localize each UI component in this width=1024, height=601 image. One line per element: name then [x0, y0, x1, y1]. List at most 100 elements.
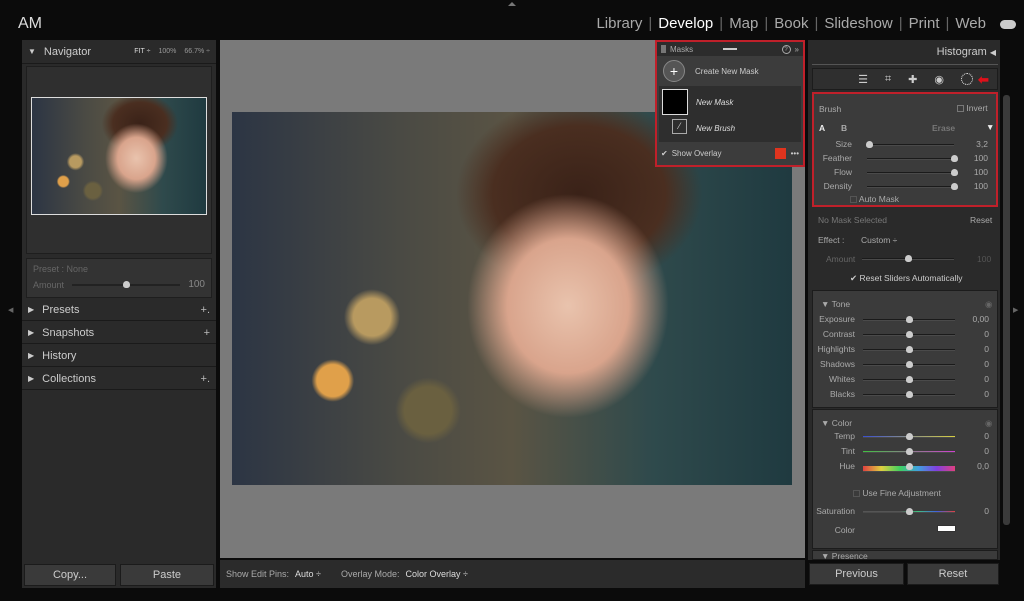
paste-button[interactable]: Paste — [120, 564, 214, 586]
edit-sliders-icon[interactable]: ☰ — [858, 73, 868, 86]
slider-flow[interactable] — [867, 169, 958, 176]
module-print[interactable]: Print — [903, 15, 946, 32]
slider-highlights[interactable] — [863, 346, 955, 353]
add-icon[interactable]: +. — [201, 373, 210, 385]
navigator-thumbnail[interactable] — [31, 97, 207, 215]
collapse-right-icon[interactable]: ▶ — [1013, 306, 1018, 314]
slider-knob[interactable] — [865, 141, 873, 148]
create-new-mask-button[interactable]: + Create New Mask — [657, 56, 803, 86]
slider-hue[interactable] — [863, 463, 955, 472]
slider-knob[interactable] — [906, 361, 913, 368]
color-swatch-picker[interactable] — [937, 525, 956, 532]
presence-header[interactable]: ▼ Presence — [821, 551, 868, 559]
slider-knob[interactable] — [951, 169, 958, 176]
amount-slider[interactable] — [72, 280, 181, 288]
collapse-icon[interactable]: » — [795, 45, 799, 54]
show-overlay-checkbox[interactable]: ✔ — [661, 149, 668, 158]
slider-contrast[interactable] — [863, 331, 955, 338]
overlay-mode-select[interactable]: Color Overlay ÷ — [406, 569, 468, 579]
healing-icon[interactable]: ✚ — [908, 73, 917, 86]
slider-temp[interactable] — [863, 433, 955, 440]
overlay-color-swatch[interactable] — [774, 147, 786, 159]
fine-adjustment-checkbox[interactable]: Use Fine Adjustment — [853, 488, 941, 498]
slider-knob[interactable] — [906, 433, 913, 440]
panel-grip-icon[interactable] — [661, 45, 666, 53]
visibility-eye-icon[interactable]: ◉ — [985, 299, 992, 310]
slider-whites[interactable] — [863, 376, 955, 383]
slider-knob[interactable] — [905, 255, 912, 262]
slider-knob[interactable] — [906, 331, 913, 338]
zoom-100[interactable]: 100% — [158, 48, 176, 55]
panel-snapshots[interactable]: ▶ Snapshots + — [22, 322, 216, 344]
right-panel-scrollbar[interactable] — [1003, 95, 1010, 525]
module-web[interactable]: Web — [949, 15, 992, 32]
histogram-header[interactable]: Histogram ◀ — [937, 46, 996, 58]
previous-button[interactable]: Previous — [809, 563, 904, 585]
invert-checkbox[interactable]: Invert — [957, 103, 988, 113]
slider-density[interactable] — [867, 183, 958, 190]
slider-knob[interactable] — [906, 448, 913, 455]
show-overlay-label: Show Overlay — [671, 148, 722, 158]
panel-presets[interactable]: ▶ Presets +. — [22, 299, 216, 321]
copy-button[interactable]: Copy... — [24, 564, 116, 586]
mask-thumbnail[interactable] — [662, 89, 688, 115]
brush-options-dropdown-icon[interactable]: ▼ — [986, 122, 994, 132]
panel-collections[interactable]: ▶ Collections +. — [22, 368, 216, 390]
slider-knob[interactable] — [906, 508, 913, 515]
slider-knob[interactable] — [123, 280, 131, 288]
slider-knob[interactable] — [906, 346, 913, 353]
cloud-icon[interactable] — [1000, 20, 1016, 29]
auto-mask-checkbox[interactable]: Auto Mask — [850, 194, 899, 204]
panel-history[interactable]: ▶ History — [22, 345, 216, 367]
reset-sliders-checkbox[interactable]: ✔ Reset Sliders Automatically — [850, 273, 962, 284]
mask-reset-button[interactable]: Reset — [970, 215, 992, 225]
slider-exposure[interactable] — [863, 316, 955, 323]
help-icon[interactable]: ? — [781, 44, 791, 54]
slider-blacks[interactable] — [863, 391, 955, 398]
slider-label: Tint — [841, 446, 855, 456]
collapse-left-icon[interactable]: ◀ — [8, 306, 13, 314]
amount-slider[interactable] — [862, 255, 954, 262]
add-icon[interactable]: + — [204, 327, 210, 339]
slider-knob[interactable] — [906, 391, 913, 398]
slider-size[interactable] — [865, 141, 954, 148]
color-header[interactable]: ▼ Color — [821, 418, 852, 428]
more-options-icon[interactable]: ••• — [791, 149, 799, 158]
slider-knob[interactable] — [906, 316, 913, 323]
mask-item[interactable]: New Mask — [696, 98, 733, 107]
module-library[interactable]: Library — [590, 15, 648, 32]
module-map[interactable]: Map — [723, 15, 764, 32]
photo[interactable] — [232, 112, 792, 485]
navigator-header[interactable]: ▼ Navigator FIT ÷ 100% 66.7% ÷ — [22, 40, 216, 64]
visibility-eye-icon[interactable]: ◉ — [985, 418, 992, 429]
module-develop[interactable]: Develop — [652, 15, 719, 32]
slider-knob[interactable] — [951, 155, 958, 162]
drag-handle[interactable] — [723, 48, 738, 50]
reset-button[interactable]: Reset — [907, 563, 999, 585]
zoom-fit[interactable]: FIT ÷ — [134, 48, 150, 55]
tone-header[interactable]: ▼ Tone — [821, 299, 850, 309]
zoom-667[interactable]: 66.7% ÷ — [184, 48, 210, 55]
effect-select[interactable]: Custom ÷ — [861, 235, 897, 245]
collapse-top-panel-icon[interactable] — [508, 2, 516, 6]
brush-b-tab[interactable]: B — [841, 123, 847, 133]
slider-shadows[interactable] — [863, 361, 955, 368]
slider-saturation[interactable] — [863, 508, 955, 515]
panel-label: Collections — [42, 372, 96, 385]
slider-knob[interactable] — [906, 463, 913, 470]
presence-section: ▼ Presence — [812, 550, 998, 560]
brush-a-tab[interactable]: A — [819, 123, 825, 133]
slider-tint[interactable] — [863, 448, 955, 455]
edit-pins-select[interactable]: Auto ÷ — [295, 569, 321, 579]
brush-erase-tab[interactable]: Erase — [932, 123, 955, 133]
masking-icon[interactable] — [961, 73, 973, 85]
slider-feather[interactable] — [867, 155, 958, 162]
crop-icon[interactable]: ⌗ — [885, 73, 891, 86]
brush-component[interactable]: New Brush — [696, 124, 735, 133]
slider-knob[interactable] — [906, 376, 913, 383]
red-eye-icon[interactable]: ◉ — [934, 73, 944, 86]
module-book[interactable]: Book — [768, 15, 814, 32]
slider-knob[interactable] — [951, 183, 958, 190]
module-slideshow[interactable]: Slideshow — [818, 15, 898, 32]
add-icon[interactable]: +. — [201, 304, 210, 316]
